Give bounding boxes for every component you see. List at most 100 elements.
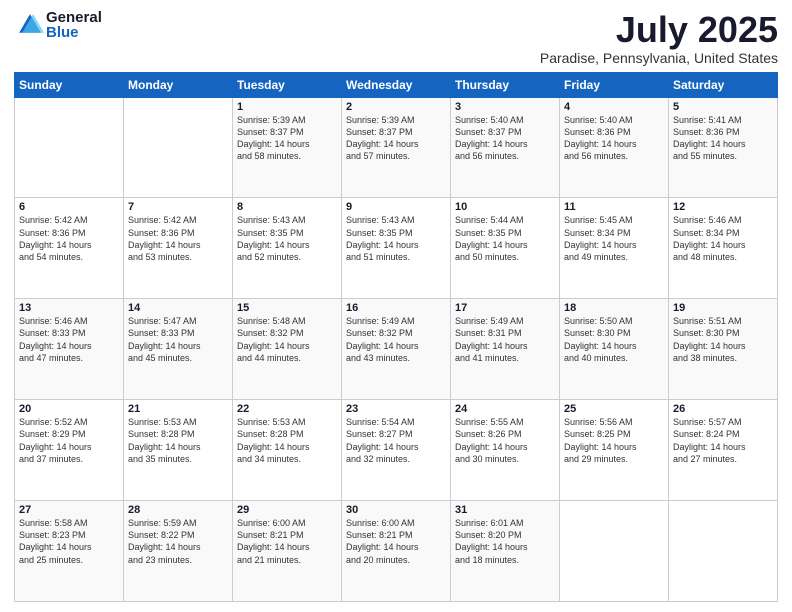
calendar-cell: 11Sunrise: 5:45 AMSunset: 8:34 PMDayligh… (560, 198, 669, 299)
cell-info: Sunrise: 5:59 AMSunset: 8:22 PMDaylight:… (128, 517, 228, 566)
day-number: 18 (564, 302, 664, 314)
cell-info: Sunrise: 5:54 AMSunset: 8:27 PMDaylight:… (346, 416, 446, 465)
day-header-sunday: Sunday (15, 72, 124, 97)
day-number: 17 (455, 302, 555, 314)
day-number: 19 (673, 302, 773, 314)
cell-info: Sunrise: 5:43 AMSunset: 8:35 PMDaylight:… (346, 214, 446, 263)
day-header-wednesday: Wednesday (342, 72, 451, 97)
day-number: 22 (237, 403, 337, 415)
day-number: 3 (455, 101, 555, 113)
cell-info: Sunrise: 5:44 AMSunset: 8:35 PMDaylight:… (455, 214, 555, 263)
cell-info: Sunrise: 5:55 AMSunset: 8:26 PMDaylight:… (455, 416, 555, 465)
day-number: 25 (564, 403, 664, 415)
day-number: 7 (128, 201, 228, 213)
calendar-week-row: 27Sunrise: 5:58 AMSunset: 8:23 PMDayligh… (15, 501, 778, 602)
cell-info: Sunrise: 5:39 AMSunset: 8:37 PMDaylight:… (346, 114, 446, 163)
calendar-cell: 7Sunrise: 5:42 AMSunset: 8:36 PMDaylight… (124, 198, 233, 299)
cell-info: Sunrise: 5:56 AMSunset: 8:25 PMDaylight:… (564, 416, 664, 465)
calendar-cell: 31Sunrise: 6:01 AMSunset: 8:20 PMDayligh… (451, 501, 560, 602)
calendar-cell: 9Sunrise: 5:43 AMSunset: 8:35 PMDaylight… (342, 198, 451, 299)
cell-info: Sunrise: 5:42 AMSunset: 8:36 PMDaylight:… (19, 214, 119, 263)
cell-info: Sunrise: 5:52 AMSunset: 8:29 PMDaylight:… (19, 416, 119, 465)
cell-info: Sunrise: 6:00 AMSunset: 8:21 PMDaylight:… (237, 517, 337, 566)
calendar-cell (669, 501, 778, 602)
day-number: 21 (128, 403, 228, 415)
cell-info: Sunrise: 5:40 AMSunset: 8:37 PMDaylight:… (455, 114, 555, 163)
cell-info: Sunrise: 5:46 AMSunset: 8:34 PMDaylight:… (673, 214, 773, 263)
day-header-friday: Friday (560, 72, 669, 97)
calendar-cell: 19Sunrise: 5:51 AMSunset: 8:30 PMDayligh… (669, 299, 778, 400)
day-number: 16 (346, 302, 446, 314)
calendar-cell: 28Sunrise: 5:59 AMSunset: 8:22 PMDayligh… (124, 501, 233, 602)
calendar-cell: 3Sunrise: 5:40 AMSunset: 8:37 PMDaylight… (451, 97, 560, 198)
calendar-table: SundayMondayTuesdayWednesdayThursdayFrid… (14, 72, 778, 602)
cell-info: Sunrise: 5:53 AMSunset: 8:28 PMDaylight:… (237, 416, 337, 465)
calendar-cell: 21Sunrise: 5:53 AMSunset: 8:28 PMDayligh… (124, 400, 233, 501)
calendar-cell: 10Sunrise: 5:44 AMSunset: 8:35 PMDayligh… (451, 198, 560, 299)
calendar-cell: 25Sunrise: 5:56 AMSunset: 8:25 PMDayligh… (560, 400, 669, 501)
calendar-cell: 27Sunrise: 5:58 AMSunset: 8:23 PMDayligh… (15, 501, 124, 602)
cell-info: Sunrise: 5:57 AMSunset: 8:24 PMDaylight:… (673, 416, 773, 465)
day-number: 30 (346, 504, 446, 516)
calendar-cell: 30Sunrise: 6:00 AMSunset: 8:21 PMDayligh… (342, 501, 451, 602)
calendar-cell: 18Sunrise: 5:50 AMSunset: 8:30 PMDayligh… (560, 299, 669, 400)
calendar-cell: 14Sunrise: 5:47 AMSunset: 8:33 PMDayligh… (124, 299, 233, 400)
title-block: July 2025 Paradise, Pennsylvania, United… (540, 10, 778, 66)
day-number: 29 (237, 504, 337, 516)
day-number: 5 (673, 101, 773, 113)
cell-info: Sunrise: 5:53 AMSunset: 8:28 PMDaylight:… (128, 416, 228, 465)
logo-general-text: General (46, 10, 102, 25)
cell-info: Sunrise: 5:48 AMSunset: 8:32 PMDaylight:… (237, 315, 337, 364)
day-number: 4 (564, 101, 664, 113)
calendar-week-row: 1Sunrise: 5:39 AMSunset: 8:37 PMDaylight… (15, 97, 778, 198)
day-header-monday: Monday (124, 72, 233, 97)
calendar-cell: 12Sunrise: 5:46 AMSunset: 8:34 PMDayligh… (669, 198, 778, 299)
calendar-cell: 16Sunrise: 5:49 AMSunset: 8:32 PMDayligh… (342, 299, 451, 400)
day-number: 11 (564, 201, 664, 213)
day-number: 13 (19, 302, 119, 314)
calendar-cell: 24Sunrise: 5:55 AMSunset: 8:26 PMDayligh… (451, 400, 560, 501)
calendar-week-row: 20Sunrise: 5:52 AMSunset: 8:29 PMDayligh… (15, 400, 778, 501)
calendar-cell: 1Sunrise: 5:39 AMSunset: 8:37 PMDaylight… (233, 97, 342, 198)
day-number: 15 (237, 302, 337, 314)
calendar-cell (15, 97, 124, 198)
day-number: 9 (346, 201, 446, 213)
day-number: 27 (19, 504, 119, 516)
day-number: 10 (455, 201, 555, 213)
cell-info: Sunrise: 6:00 AMSunset: 8:21 PMDaylight:… (346, 517, 446, 566)
logo-icon (16, 11, 44, 39)
day-number: 28 (128, 504, 228, 516)
calendar-header-row: SundayMondayTuesdayWednesdayThursdayFrid… (15, 72, 778, 97)
logo-blue-text: Blue (46, 25, 102, 40)
calendar-cell: 5Sunrise: 5:41 AMSunset: 8:36 PMDaylight… (669, 97, 778, 198)
cell-info: Sunrise: 5:45 AMSunset: 8:34 PMDaylight:… (564, 214, 664, 263)
logo: General Blue (14, 10, 102, 40)
day-number: 8 (237, 201, 337, 213)
cell-info: Sunrise: 5:49 AMSunset: 8:31 PMDaylight:… (455, 315, 555, 364)
day-header-saturday: Saturday (669, 72, 778, 97)
day-number: 2 (346, 101, 446, 113)
calendar-cell: 29Sunrise: 6:00 AMSunset: 8:21 PMDayligh… (233, 501, 342, 602)
cell-info: Sunrise: 5:46 AMSunset: 8:33 PMDaylight:… (19, 315, 119, 364)
cell-info: Sunrise: 5:50 AMSunset: 8:30 PMDaylight:… (564, 315, 664, 364)
day-number: 12 (673, 201, 773, 213)
cell-info: Sunrise: 5:39 AMSunset: 8:37 PMDaylight:… (237, 114, 337, 163)
calendar-cell: 15Sunrise: 5:48 AMSunset: 8:32 PMDayligh… (233, 299, 342, 400)
cell-info: Sunrise: 5:43 AMSunset: 8:35 PMDaylight:… (237, 214, 337, 263)
calendar-cell: 22Sunrise: 5:53 AMSunset: 8:28 PMDayligh… (233, 400, 342, 501)
calendar-cell (124, 97, 233, 198)
calendar-cell: 17Sunrise: 5:49 AMSunset: 8:31 PMDayligh… (451, 299, 560, 400)
calendar-cell: 4Sunrise: 5:40 AMSunset: 8:36 PMDaylight… (560, 97, 669, 198)
cell-info: Sunrise: 5:47 AMSunset: 8:33 PMDaylight:… (128, 315, 228, 364)
day-header-thursday: Thursday (451, 72, 560, 97)
calendar-cell: 6Sunrise: 5:42 AMSunset: 8:36 PMDaylight… (15, 198, 124, 299)
cell-info: Sunrise: 5:51 AMSunset: 8:30 PMDaylight:… (673, 315, 773, 364)
page: General Blue July 2025 Paradise, Pennsyl… (0, 0, 792, 612)
calendar-week-row: 13Sunrise: 5:46 AMSunset: 8:33 PMDayligh… (15, 299, 778, 400)
calendar-cell: 13Sunrise: 5:46 AMSunset: 8:33 PMDayligh… (15, 299, 124, 400)
cell-info: Sunrise: 5:58 AMSunset: 8:23 PMDaylight:… (19, 517, 119, 566)
cell-info: Sunrise: 5:42 AMSunset: 8:36 PMDaylight:… (128, 214, 228, 263)
cell-info: Sunrise: 5:49 AMSunset: 8:32 PMDaylight:… (346, 315, 446, 364)
cell-info: Sunrise: 5:40 AMSunset: 8:36 PMDaylight:… (564, 114, 664, 163)
location: Paradise, Pennsylvania, United States (540, 50, 778, 66)
